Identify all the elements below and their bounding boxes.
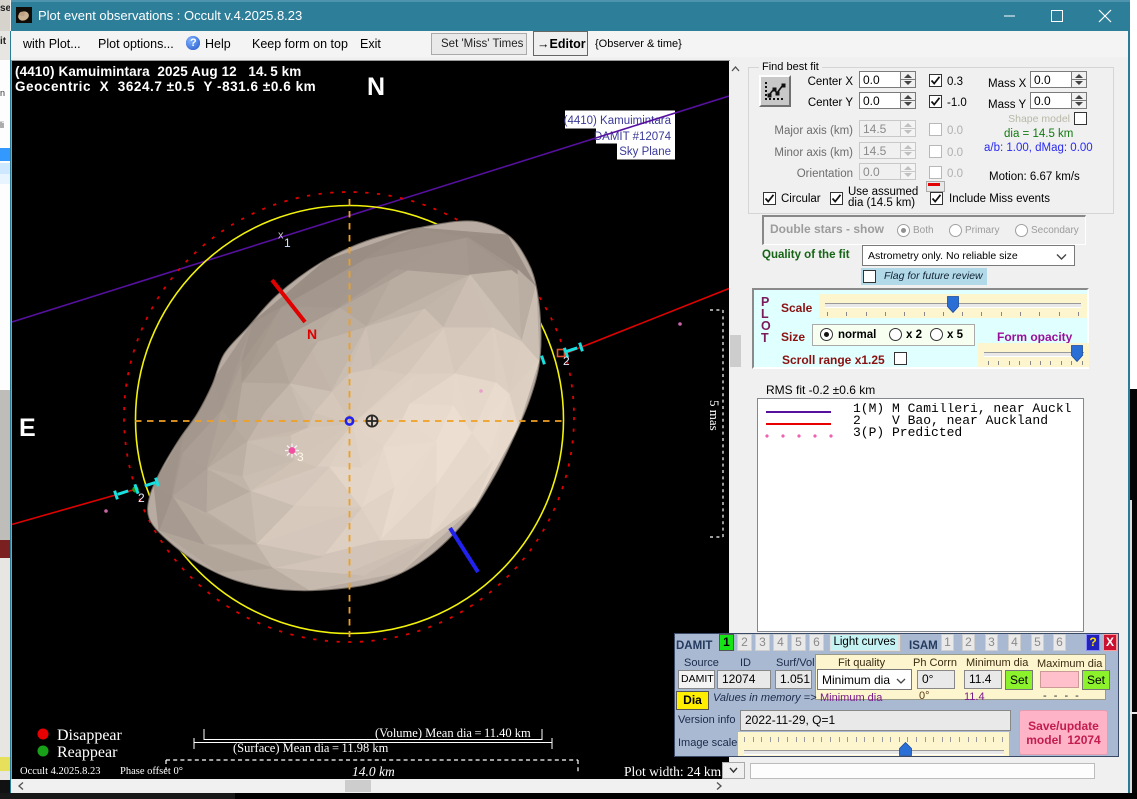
svg-text:N: N (307, 326, 317, 342)
svg-text:1: 1 (284, 236, 291, 250)
svg-text:Disappear: Disappear (57, 727, 123, 744)
svg-text:Geocentric X 3624.7 ±0.5 Y: Geocentric X 3624.7 ±0.5 Y -831.6 ±0.6 k… (15, 79, 316, 94)
svg-text:(Volume) Mean dia = 11.40 km: (Volume) Mean dia = 11.40 km (375, 726, 531, 740)
svg-text:(4410) Kamuimintara: (4410) Kamuimintara (564, 115, 672, 127)
svg-text:5 mas: 5 mas (707, 400, 722, 431)
svg-text:Sky Plane: Sky Plane (619, 146, 671, 158)
svg-text:(Surface) Mean dia = 11.98 km: (Surface) Mean dia = 11.98 km (233, 741, 389, 755)
svg-text:DAMIT #12074: DAMIT #12074 (594, 131, 672, 143)
svg-text:Reappear: Reappear (57, 744, 118, 761)
svg-text:Phase offset 0°: Phase offset 0° (120, 766, 183, 777)
svg-text:E: E (19, 414, 36, 442)
svg-text:14.0 km: 14.0 km (352, 764, 395, 779)
svg-text:N: N (367, 73, 385, 101)
svg-text:Occult 4.2025.8.23: Occult 4.2025.8.23 (20, 766, 101, 777)
svg-text:2: 2 (138, 491, 145, 505)
svg-text:Plot width: 24 km: Plot width: 24 km (624, 764, 722, 779)
svg-text:(4410) Kamuimintara 2025 Aug: (4410) Kamuimintara 2025 Aug 12 14. 5 km (15, 64, 301, 79)
svg-text:2: 2 (563, 354, 570, 368)
svg-text:3: 3 (297, 450, 304, 464)
